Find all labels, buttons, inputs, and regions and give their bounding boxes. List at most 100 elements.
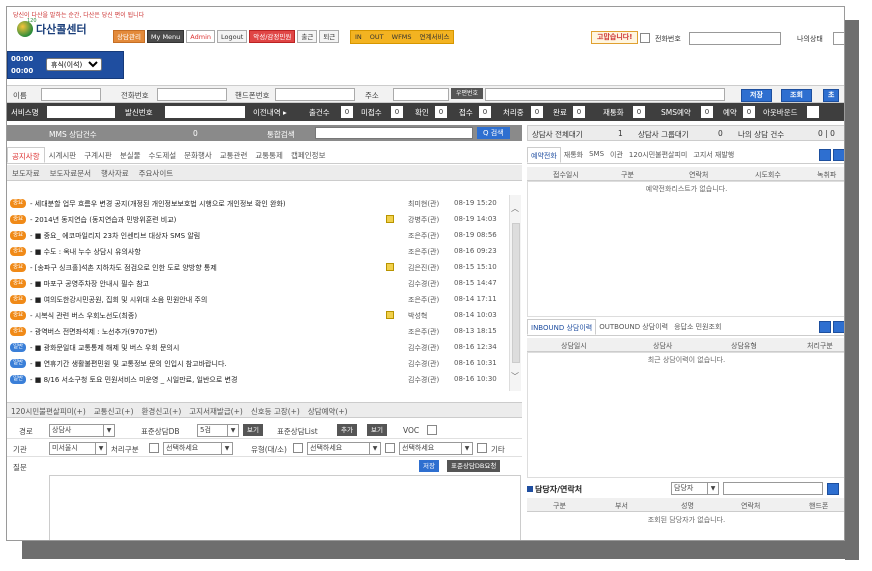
tab-bill-reissue-right[interactable]: 고지서 재발행	[690, 147, 737, 163]
list-item[interactable]: 일반 - ■ 연휴기간 생활불편민원 및 교통정보 문의 인입시 참고바랍니다. 김…	[10, 359, 507, 370]
list-item[interactable]: 중요 - [송파구 싱크홀]석촌 지하차도 점검으로 인한 도로 양방향 통제 김은…	[10, 263, 507, 274]
list-item[interactable]: 중요 - 세대분할 업무 흐름우 변경 공지(개정된 개인정보보호법 시행으로 개…	[10, 199, 507, 210]
question-save-button[interactable]: 저장	[419, 460, 439, 472]
address-input[interactable]	[485, 88, 725, 101]
count-value-5[interactable]: 0	[573, 106, 585, 118]
type-select-minor[interactable]: 선택하세요 ▼	[399, 442, 473, 455]
tab-traffic-light[interactable]: 신호등 고장(+)	[247, 403, 304, 417]
phone-input[interactable]	[689, 32, 781, 45]
refresh-icon[interactable]	[833, 321, 844, 333]
notice-title[interactable]: - ■ 연휴기간 생활불편민원 및 교통정보 문의 인입시 참고바랍니다.	[30, 359, 227, 369]
tab-campaign[interactable]: 캡페인정보	[287, 147, 330, 163]
customer-save-button[interactable]: 저장	[741, 89, 772, 102]
tab-lost-items[interactable]: 분실물	[116, 147, 145, 163]
logout-button[interactable]: Logout	[217, 30, 248, 43]
notice-title[interactable]: - ■ 8/16 서소구청 토요 민원서비스 미운영 _ 시일만료, 일반으로 …	[30, 375, 237, 385]
proc-checkbox[interactable]	[149, 443, 159, 453]
list-item[interactable]: 일반 - ■ 광화문일대 교통통제 해제 및 버스 우회 문의시 김수경(관) 08-…	[10, 343, 507, 354]
zip-input[interactable]	[393, 88, 449, 101]
search-icon[interactable]	[827, 483, 839, 495]
proc-select[interactable]: 선택하세요 ▼	[163, 442, 233, 455]
chevron-down-icon[interactable]: ﹀	[511, 371, 519, 382]
tab-environment-report[interactable]: 환경신고(+)	[138, 403, 186, 417]
tab-traffic-report[interactable]: 교통신고(+)	[90, 403, 138, 417]
list-item[interactable]: 중요 - ■ 중요_ 에코마일리지 23차 인센티브 대상자 SMS 알림 조은주(…	[10, 231, 507, 242]
tab-inbound-history[interactable]: INBOUND 상담이력	[527, 319, 597, 335]
customer-extra-button[interactable]: 초	[823, 89, 840, 102]
contact-select[interactable]: 담당자 ▼	[671, 482, 719, 495]
admin-button[interactable]: Admin	[186, 30, 216, 43]
count-value-0[interactable]: 0	[341, 106, 353, 118]
tab-citizen-inconvenience[interactable]: 120시민불편살피미(+)	[7, 403, 90, 417]
type-minor-checkbox[interactable]	[385, 443, 395, 453]
notice-title[interactable]: - 광역버스 전면좌석제 : 노선추가(9707번)	[30, 327, 157, 337]
tab-event-docs[interactable]: 행사자료	[96, 165, 134, 180]
count-value-7[interactable]: 0	[701, 106, 713, 118]
history-link[interactable]: 이전내역 ▸	[253, 107, 287, 118]
tab-notice[interactable]: 공지사항	[7, 147, 45, 163]
notice-title[interactable]: - ■ 중요_ 에코마일리지 23차 인센티브 대상자 SMS 알림	[30, 231, 200, 241]
malicious-complaint-button[interactable]: 악성/감정민원	[249, 30, 296, 43]
tab-recall[interactable]: 재통화	[561, 147, 586, 163]
integrated-search-button[interactable]: Q 검색	[477, 127, 510, 139]
org-select[interactable]: 미서울시 ▼	[49, 442, 107, 455]
scroll-thumb[interactable]	[512, 223, 520, 363]
list-item[interactable]: 중요 - ■ 수도 : 옥내 누수 상담시 유의사항 조은주(관) 08-16 09:…	[10, 247, 507, 258]
notice-title[interactable]: - 2014년 동지연습 (동지연습과 민방위훈련 비교)	[30, 215, 176, 225]
tab-consult-reservation[interactable]: 상담예약(+)	[304, 403, 352, 417]
chevron-up-icon[interactable]: ︿	[511, 203, 519, 214]
type-select-major[interactable]: 선택하세요 ▼	[307, 442, 381, 455]
expand-icon[interactable]	[819, 149, 831, 161]
question-textarea[interactable]	[49, 475, 521, 540]
tab-water-snow[interactable]: 수도제설	[145, 147, 181, 163]
tab-board-2[interactable]: 구계시판	[80, 147, 116, 163]
consult-manage-button[interactable]: 상담관리	[113, 30, 145, 43]
my-status-select[interactable]	[833, 32, 844, 45]
linked-service-button[interactable]: 연계서비스	[416, 31, 454, 43]
notice-title[interactable]: - 세대분할 업무 흐름우 변경 공지(개정된 개인정보보호법 시행으로 개인정…	[30, 199, 286, 209]
list-item[interactable]: 중요 - 2014년 동지연습 (동지연습과 민방위훈련 비교) 강병주(관) 08-…	[10, 215, 507, 226]
refresh-icon[interactable]	[833, 149, 844, 161]
notice-title[interactable]: - ■ 광화문일대 교통통제 해제 및 버스 우회 문의시	[30, 343, 179, 353]
count-value-9[interactable]	[807, 106, 819, 118]
list-item[interactable]: 중요 - 광역버스 전면좌석제 : 노선추가(9707번) 조은주(관) 08-13 …	[10, 327, 507, 338]
type-checkbox[interactable]	[293, 443, 303, 453]
tab-traffic-control[interactable]: 교통통제	[251, 147, 287, 163]
tab-traffic[interactable]: 교통관련	[216, 147, 252, 163]
count-value-1[interactable]: 0	[391, 106, 403, 118]
my-menu-button[interactable]: My Menu	[146, 30, 185, 43]
service-input[interactable]	[47, 106, 115, 118]
voc-checkbox[interactable]	[427, 425, 437, 435]
tab-press-docs[interactable]: 보도자료문서	[45, 165, 96, 180]
std-db-request-button[interactable]: 표준상담DB요청	[447, 460, 501, 472]
notice-title[interactable]: - ■ 여의도한강시민공원, 집회 및 시위대 소음 민원안내 주의	[30, 295, 207, 305]
count-value-3[interactable]: 0	[479, 106, 491, 118]
std-list-view-button[interactable]: 보기	[367, 424, 387, 436]
phone-checkbox[interactable]	[640, 33, 650, 43]
notice-title[interactable]: - 시복식 관련 버스 우회노선도(최종)	[30, 311, 137, 321]
etc-checkbox[interactable]	[477, 443, 487, 453]
tab-press[interactable]: 보도자료	[7, 165, 45, 180]
list-item[interactable]: 중요 - 시복식 관련 버스 우회노선도(최종) 박성혁 08-14 10:03	[10, 311, 507, 322]
tab-citizen-120[interactable]: 120시민불편살피미	[626, 147, 690, 163]
tab-sms[interactable]: SMS	[586, 147, 607, 163]
tab-culture-events[interactable]: 문화행사	[180, 147, 216, 163]
out-button[interactable]: OUT	[366, 31, 388, 43]
count-value-2[interactable]: 0	[435, 106, 447, 118]
count-value-4[interactable]: 0	[531, 106, 543, 118]
agent-status-select[interactable]: 휴식(이석)	[46, 58, 102, 71]
notice-title[interactable]: - [송파구 싱크홀]석촌 지하차도 점검으로 인한 도로 양방향 통제	[30, 263, 217, 273]
contact-search-input[interactable]	[723, 482, 823, 495]
tab-bill-reissue[interactable]: 고지서재발급(+)	[185, 403, 247, 417]
tab-board-1[interactable]: 시계시판	[45, 147, 81, 163]
list-item[interactable]: 일반 - ■ 8/16 서소구청 토요 민원서비스 미운영 _ 시일만료, 일반으…	[10, 375, 507, 386]
in-button[interactable]: IN	[351, 31, 366, 43]
clock-out-button[interactable]: 퇴근	[319, 30, 340, 43]
mobile-input[interactable]	[275, 88, 355, 101]
tab-transfer[interactable]: 이관	[607, 147, 626, 163]
count-value-8[interactable]: 0	[743, 106, 755, 118]
notice-title[interactable]: - ■ 마포구 공영주차장 안내시 필수 참고	[30, 279, 149, 289]
integrated-search-input[interactable]	[315, 127, 473, 139]
list-item[interactable]: 중요 - ■ 마포구 공영주차장 안내시 필수 참고 김수경(관) 08-15 14:…	[10, 279, 507, 290]
tab-main-sites[interactable]: 주요사이트	[134, 165, 179, 180]
